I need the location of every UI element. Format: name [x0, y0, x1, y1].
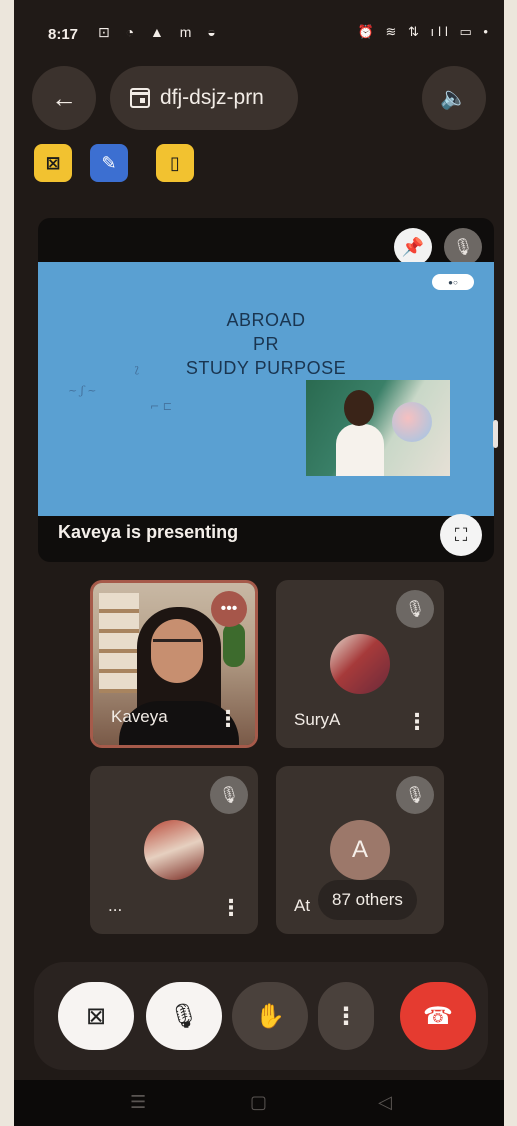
recents-icon[interactable]: ☰	[130, 1092, 146, 1113]
hand-icon: ✋	[255, 1002, 285, 1030]
presenter-label: Kaveya is presenting	[58, 522, 239, 542]
slide-doodle: ⌐ ⊏	[150, 400, 173, 413]
more-options-icon[interactable]: ⋮	[217, 708, 239, 730]
nav-back-icon[interactable]: ◁	[378, 1092, 392, 1113]
edit-indicator-icon[interactable]: ✎	[90, 144, 128, 182]
system-icons: ⏰ ≋ ⇅ ıll ▭ •	[357, 24, 492, 39]
meeting-info-button[interactable]: dfj-dsjz-prn	[110, 66, 298, 130]
slide-photo-person-head	[344, 390, 374, 426]
pin-button[interactable]: 📌	[394, 228, 432, 266]
slide-line-3: STUDY PURPOSE	[185, 358, 347, 378]
slide-photo-person-body	[336, 424, 384, 476]
shared-slide: ●○ ABROAD PR STUDY PURPOSE ~ ʃ ~ ʅ ⌐ ⊏	[38, 262, 494, 516]
avatar: A	[330, 820, 390, 880]
slide-photo	[306, 380, 450, 476]
participant-name: SuryA	[294, 710, 341, 729]
participant-tile-unnamed[interactable]: 🎙 ... ⋮	[90, 766, 258, 934]
scrollbar[interactable]	[493, 420, 498, 448]
camera-off-icon: ⊠	[85, 1002, 107, 1030]
top-bar: ← dfj-dsjz-prn 🔈	[14, 62, 504, 136]
speaker-icon: 🔈	[440, 85, 468, 110]
door-indicator-icon[interactable]: ▯	[156, 144, 194, 182]
calendar-icon	[130, 88, 150, 108]
speaking-indicator-icon: •••	[211, 591, 247, 627]
mic-off-icon: 🎙	[168, 1002, 200, 1030]
others-count-badge[interactable]: 87 others	[318, 880, 417, 920]
slide-line-2: PR	[252, 334, 279, 354]
camera-toggle-button[interactable]: ⊠	[58, 982, 134, 1050]
participant-tile-surya[interactable]: 🎙 SuryA ⋮	[276, 580, 444, 748]
video-glasses	[153, 639, 201, 654]
audio-output-button[interactable]: 🔈	[422, 66, 486, 130]
end-call-button[interactable]: ☎	[400, 982, 476, 1050]
more-options-button[interactable]: ⋮	[318, 982, 374, 1050]
more-options-icon[interactable]: ⋮	[220, 897, 242, 919]
participant-name: ...	[108, 896, 123, 915]
hang-up-icon: ☎	[423, 1002, 453, 1030]
video-shelf	[99, 593, 139, 693]
home-icon[interactable]: ▢	[250, 1092, 267, 1113]
meet-screen: 8:17 ⊡ ◔ ▲ m ◒ ⏰ ≋ ⇅ ıll ▭ • ← dfj-dsjz-…	[14, 0, 504, 1126]
notification-icons: ⊡ ◔ ▲ m ◒	[98, 24, 222, 40]
video-plant	[223, 623, 245, 667]
avatar	[144, 820, 204, 880]
fullscreen-button[interactable]: ⛶	[440, 514, 482, 556]
status-bar: 8:17 ⊡ ◔ ▲ m ◒ ⏰ ≋ ⇅ ıll ▭ •	[14, 0, 504, 62]
camera-off-indicator-icon[interactable]: ⊠	[34, 144, 72, 182]
meeting-code: dfj-dsjz-prn	[160, 86, 264, 109]
mic-off-icon: 🎙	[396, 590, 434, 628]
raise-hand-button[interactable]: ✋	[232, 982, 308, 1050]
more-options-icon[interactable]: ⋮	[406, 711, 428, 733]
presentation-tile[interactable]: 📌 🎙 ●○ ABROAD PR STUDY PURPOSE ~ ʃ ~ ʅ ⌐…	[38, 218, 494, 562]
slide-doodle: ʅ	[134, 362, 140, 375]
pin-icon: 📌	[401, 236, 425, 257]
participant-tile-others[interactable]: 🎙 A At 87 others	[276, 766, 444, 934]
avatar	[330, 634, 390, 694]
presenter-mic-off-icon: 🎙	[444, 228, 482, 266]
mic-off-icon: 🎙	[210, 776, 248, 814]
mic-off-icon: 🎙	[396, 776, 434, 814]
more-vert-icon: ⋮	[334, 1002, 358, 1030]
slide-doodle: ~ ʃ ~	[68, 384, 97, 397]
status-time: 8:17	[48, 26, 79, 43]
expand-icon: ⛶	[454, 524, 468, 545]
participant-tile-kaveya[interactable]: ••• Kaveya ⋮	[90, 580, 258, 748]
participant-name: At	[294, 896, 311, 915]
back-arrow-icon: ←	[51, 82, 77, 113]
participant-name: Kaveya	[111, 707, 168, 726]
mic-toggle-button[interactable]: 🎙	[146, 982, 222, 1050]
slide-logo: ●○	[432, 274, 474, 290]
slide-photo-globe	[392, 402, 432, 442]
back-button[interactable]: ←	[32, 66, 96, 130]
call-controls: ⊠ 🎙 ✋ ⋮ ☎	[34, 962, 488, 1070]
system-nav-bar: ☰ ▢ ◁	[14, 1080, 504, 1126]
slide-line-1: ABROAD	[226, 310, 306, 330]
